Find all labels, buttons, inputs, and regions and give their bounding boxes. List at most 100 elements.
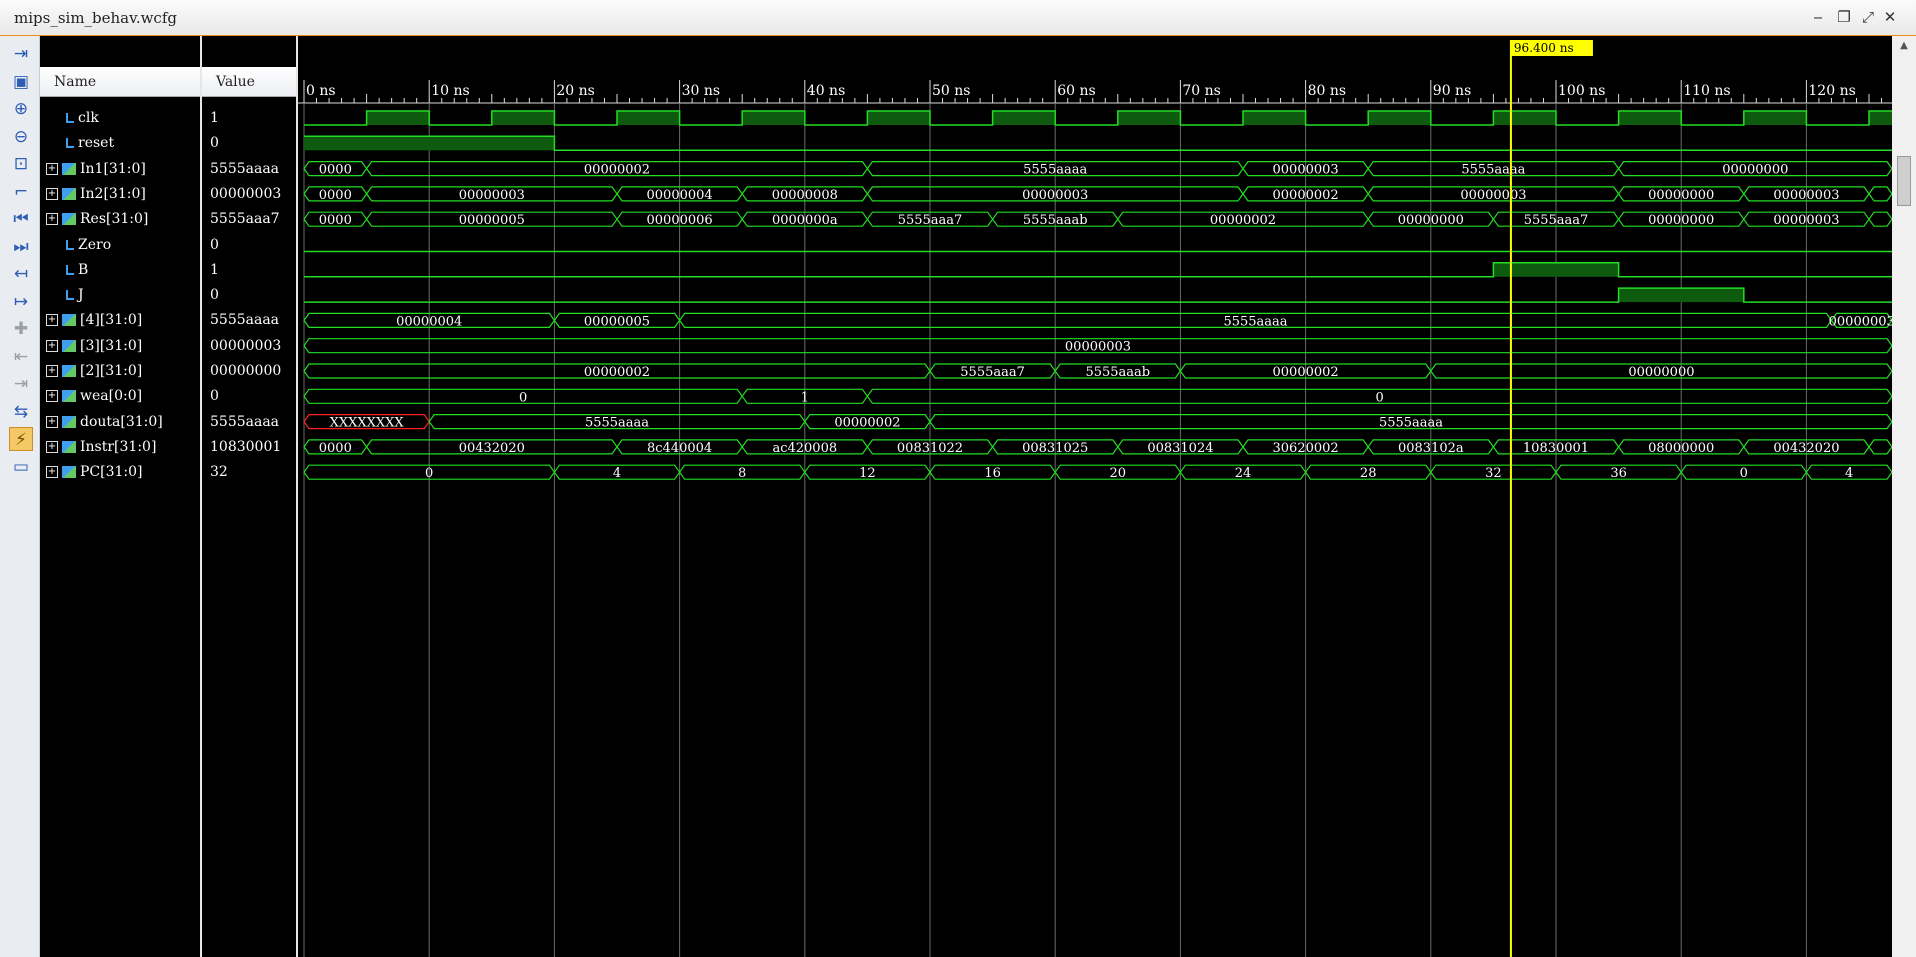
signal-row[interactable]: Zero <box>62 233 111 258</box>
expand-icon[interactable]: + <box>46 365 58 377</box>
prev-transition-icon[interactable]: ↤ <box>9 262 33 286</box>
bus-value-label: 00000000 <box>1648 213 1714 228</box>
signal-value: 00000003 <box>210 185 282 202</box>
waveform-canvas[interactable]: 0 ns 10 ns 20 ns 30 ns 40 ns 50 ns 60 ns 70 ns 8… <box>298 36 1892 957</box>
signal-row[interactable]: + douta[31:0] <box>46 410 163 435</box>
bus-value-label: 0 <box>1740 466 1748 481</box>
bus-value-label: 10830001 <box>1523 441 1589 456</box>
ruler-label: 120 ns <box>1808 83 1855 99</box>
bus-value-label: 00000003 <box>1773 188 1839 203</box>
signal-name: B <box>78 261 89 278</box>
signal-name: douta[31:0] <box>80 413 163 430</box>
signal-value: 5555aaaa <box>210 160 280 177</box>
value-column-header[interactable]: Value <box>202 67 296 97</box>
logic-signal-icon <box>66 290 74 301</box>
restore-icon[interactable]: ❐ <box>1834 8 1854 26</box>
expand-icon[interactable]: + <box>46 440 58 453</box>
signal-row[interactable]: clk <box>62 106 99 131</box>
bus-signal-icon <box>62 187 76 200</box>
expand-icon[interactable]: + <box>46 162 58 175</box>
bus-value-label: 0000 <box>319 213 352 228</box>
bus-value-label: 00000004 <box>396 314 462 329</box>
signal-name: In1[31:0] <box>80 160 146 177</box>
bus-value-label: 0000000a <box>772 213 838 228</box>
bus-value-label: 00000005 <box>584 314 650 329</box>
signal-value: 0 <box>210 287 219 304</box>
ruler-label: 70 ns <box>1182 83 1220 99</box>
signal-name: Zero <box>78 236 112 253</box>
signal-value: 5555aaaa <box>210 413 280 430</box>
bus-value-label: XXXXXXXX <box>330 416 405 431</box>
signal-value: 5555aaaa <box>210 312 280 329</box>
close-icon[interactable]: ✕ <box>1880 8 1900 26</box>
signal-row[interactable]: + [3][31:0] <box>46 334 142 359</box>
bus-value-label: ac420008 <box>772 441 837 456</box>
goto-cursor-icon[interactable]: ⌐ <box>9 180 33 204</box>
expand-icon[interactable]: + <box>46 415 58 428</box>
goto-end-icon[interactable]: ⏭ <box>9 235 33 259</box>
scroll-up-icon[interactable]: ▲ <box>1898 40 1910 52</box>
next-transition-icon[interactable]: ↦ <box>9 290 33 314</box>
zoom-fit-icon[interactable]: ⇥ <box>9 42 33 66</box>
bus-signal-icon <box>62 213 76 226</box>
bus-value-label: 00831024 <box>1147 441 1213 456</box>
signal-row[interactable]: + Instr[31:0] <box>46 435 156 460</box>
save-icon[interactable]: ▣ <box>9 70 33 94</box>
expand-icon[interactable]: + <box>46 187 58 200</box>
signal-row[interactable]: J <box>62 283 84 308</box>
bus-value-label: 0 <box>1376 390 1384 405</box>
ruler-label: 30 ns <box>682 83 720 99</box>
bus-signal-icon <box>62 440 76 453</box>
signal-row[interactable]: + Res[31:0] <box>46 207 148 232</box>
bus-value-label: 00000003 <box>459 188 525 203</box>
signal-row[interactable]: reset <box>62 131 114 156</box>
expand-icon[interactable]: + <box>46 390 58 403</box>
signal-row[interactable]: + [2][31:0] <box>46 359 142 384</box>
vertical-scrollbar[interactable]: ▲ <box>1892 36 1916 957</box>
expand-icon[interactable]: ▭ <box>9 455 33 479</box>
bus-value-label: 00000002 <box>1273 365 1339 380</box>
name-column-header[interactable]: Name <box>40 67 200 97</box>
next-marker-icon[interactable]: ⇥ <box>9 372 33 396</box>
bus-value-label: 5555aaa7 <box>960 365 1025 380</box>
signal-name: Instr[31:0] <box>80 438 157 455</box>
maximize-icon[interactable]: ⤢ <box>1858 8 1878 26</box>
bus-value-label: 12 <box>859 466 876 481</box>
zoom-in-icon[interactable]: ⊕ <box>9 97 33 121</box>
zoom-full-icon[interactable]: ⊡ <box>9 152 33 176</box>
minimize-icon[interactable]: ‒ <box>1808 8 1828 26</box>
expand-icon[interactable]: + <box>46 466 58 479</box>
bus-value-label: 0 <box>519 390 527 405</box>
add-marker-icon[interactable]: ✚ <box>9 317 33 341</box>
bus-value-label: 00000003 <box>1065 340 1131 355</box>
expand-icon[interactable]: + <box>46 314 58 327</box>
snap-to-transition-icon[interactable]: ⚡ <box>9 427 33 451</box>
bus-value-label: 5555aaa7 <box>1524 213 1589 228</box>
goto-start-icon[interactable]: ⏮ <box>9 207 33 231</box>
signal-row[interactable]: + PC[31:0] <box>46 460 143 485</box>
signal-value: 10830001 <box>210 438 282 455</box>
signal-value-pane: 1 0 5555aaaa 00000003 5555aaa7 0 1 0 5555aaaa 000… <box>202 36 296 957</box>
bus-value-label: 16 <box>984 466 1001 481</box>
swap-cursors-icon[interactable]: ⇆ <box>9 400 33 424</box>
waveform-svg[interactable]: 0 ns 10 ns 20 ns 30 ns 40 ns 50 ns 60 ns 70 ns 8… <box>298 36 1892 957</box>
bus-value-label: 28 <box>1360 466 1377 481</box>
signal-row[interactable]: + In1[31:0] <box>46 157 146 182</box>
expand-icon[interactable]: + <box>46 339 58 352</box>
logic-signal-icon <box>66 138 74 149</box>
signal-row[interactable]: + wea[0:0] <box>46 384 142 409</box>
expand-icon[interactable]: + <box>46 213 58 226</box>
bus-value-label: 5555aaab <box>1085 365 1150 380</box>
signal-row[interactable]: + [4][31:0] <box>46 308 142 333</box>
signal-row[interactable]: + In2[31:0] <box>46 182 146 207</box>
ruler-label: 110 ns <box>1683 83 1730 99</box>
bit-high-fill <box>1618 288 1744 303</box>
prev-marker-icon[interactable]: ⇤ <box>9 345 33 369</box>
bit-waveform <box>304 262 1892 278</box>
zoom-out-icon[interactable]: ⊖ <box>9 125 33 149</box>
scroll-thumb[interactable] <box>1897 156 1911 206</box>
bus-segment <box>1868 186 1892 202</box>
bus-value-label: 5555aaaa <box>1379 416 1443 431</box>
bus-value-label: 4 <box>1845 466 1853 481</box>
signal-row[interactable]: B <box>62 258 88 283</box>
